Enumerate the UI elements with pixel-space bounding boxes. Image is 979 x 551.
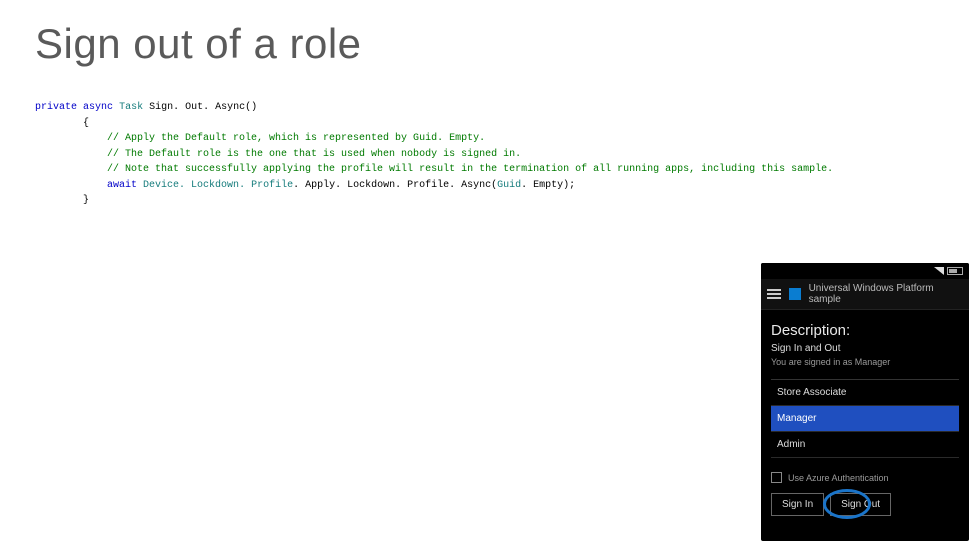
comment-line-1: // Apply the Default role, which is repr…	[35, 133, 485, 144]
phone-body: Description: Sign In and Out You are sig…	[761, 310, 969, 516]
description-label: Description:	[771, 322, 959, 339]
use-azure-label: Use Azure Authentication	[788, 473, 889, 483]
sign-in-button[interactable]: Sign In	[771, 493, 824, 516]
role-item-admin[interactable]: Admin	[771, 432, 959, 458]
phone-status-bar	[761, 263, 969, 279]
brace-open: {	[35, 118, 89, 129]
scenario-title: Sign In and Out	[771, 343, 959, 354]
method-name: Sign. Out. Async()	[149, 102, 257, 113]
app-title: Universal Windows Platform sample	[809, 283, 963, 305]
code-tail: . Empty);	[521, 180, 575, 191]
keyword-await: await	[107, 180, 137, 191]
slide: Sign out of a role private async Task Si…	[0, 0, 979, 551]
hamburger-icon[interactable]	[767, 289, 781, 299]
checkbox-icon[interactable]	[771, 472, 782, 483]
windows-icon	[789, 288, 801, 300]
comment-line-3: // Note that successfully applying the p…	[35, 164, 833, 175]
app-bar: Universal Windows Platform sample	[761, 279, 969, 310]
keyword-async: async	[83, 102, 113, 113]
keyword-private: private	[35, 102, 77, 113]
button-row: Sign In Sign Out	[771, 493, 959, 516]
code-mid: . Apply. Lockdown. Profile. Async(	[293, 180, 497, 191]
phone-screenshot: Universal Windows Platform sample Descri…	[761, 263, 969, 541]
slide-title: Sign out of a role	[35, 20, 362, 68]
role-item-store-associate[interactable]: Store Associate	[771, 380, 959, 406]
type-task: Task	[119, 102, 143, 113]
use-azure-row[interactable]: Use Azure Authentication	[771, 472, 959, 483]
type-devicelockdownprofile: Device. Lockdown. Profile	[143, 180, 293, 191]
battery-icon	[947, 267, 963, 275]
code-block: private async Task Sign. Out. Async() { …	[35, 100, 833, 209]
type-guid: Guid	[497, 180, 521, 191]
signal-icon	[934, 267, 944, 275]
role-list: Store Associate Manager Admin	[771, 379, 959, 458]
signed-in-status: You are signed in as Manager	[771, 357, 959, 367]
sign-out-button[interactable]: Sign Out	[830, 493, 891, 516]
brace-close: }	[35, 195, 89, 206]
role-item-manager[interactable]: Manager	[771, 406, 959, 432]
comment-line-2: // The Default role is the one that is u…	[35, 149, 521, 160]
